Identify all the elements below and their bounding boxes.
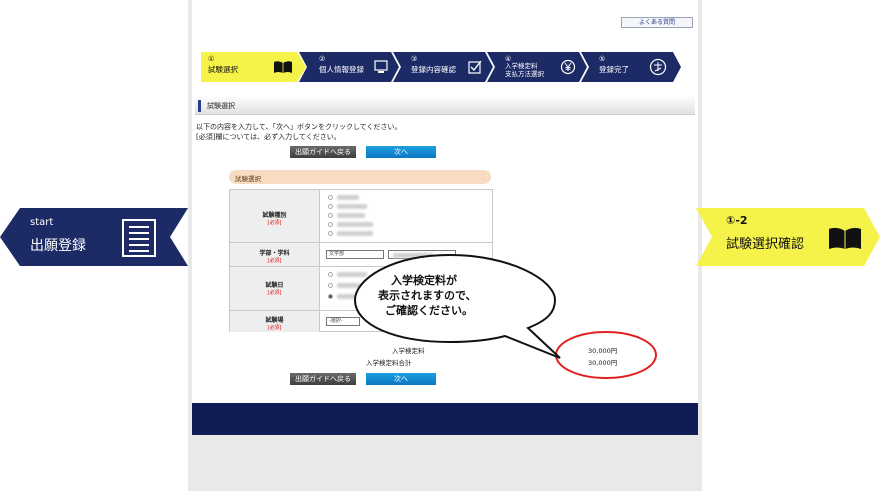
step-1-label: 試験選択 (208, 65, 238, 74)
exam-date-radio-1[interactable] (328, 272, 333, 277)
step-4-label: 入学検定料 支払方法選択 (505, 62, 544, 78)
exam-type-radio-4[interactable] (328, 222, 333, 227)
page-footer (192, 403, 698, 435)
blurred-option (337, 231, 373, 236)
current-step-title: 試験選択確認 (726, 237, 805, 252)
section-title: 試験選択 (207, 102, 235, 110)
required-badge: [必須] (267, 325, 282, 331)
section-header: 試験選択 (195, 97, 695, 115)
exam-type-label: 試験種別 (262, 212, 287, 219)
next-button[interactable]: 次へ (366, 146, 436, 158)
required-badge: [必須] (267, 290, 282, 296)
step-progress: ① 試験選択 ② 個人情報登録 ③ 登録内容確認 ④ 入学検定料 支払方法選択 … (201, 52, 681, 82)
required-badge: [必須] (267, 220, 282, 226)
step-1: ① 試験選択 (201, 52, 306, 82)
exam-type-radio-1[interactable] (328, 195, 333, 200)
department-label-cell: 学部・学科 [必須] (230, 243, 320, 266)
intro-text-2: [必須]欄については、必ず入力してください。 (196, 133, 341, 141)
exam-selection-pill-label: 試験選択 (235, 175, 261, 183)
start-flag-title: 出願登録 (30, 238, 86, 254)
exam-venue-label: 試験場 (265, 317, 284, 324)
row-exam-type: 試験種別 [必須] (230, 190, 492, 243)
step-3: ③ 登録内容確認 (393, 52, 493, 82)
callout-line-2: 表示されますので、 (378, 289, 477, 302)
intro-text-1: 以下の内容を入力して、「次へ」ボタンをクリックしてください。 (196, 123, 402, 131)
screenshot-stage: よくある質問 ① 試験選択 ② 個人情報登録 ③ 登録内容確認 ④ 入学検定料 … (0, 0, 880, 491)
callout-line-1: 入学検定料が (391, 274, 457, 287)
step-5-number: ⑤ (599, 55, 606, 63)
faq-link[interactable]: よくある質問 (621, 17, 693, 28)
current-step-flag: ①-2 試験選択確認 (696, 208, 880, 270)
back-to-guide-button-bottom[interactable]: 出願ガイドへ戻る (290, 373, 356, 385)
start-flag-small: start (30, 217, 54, 228)
exam-date-label: 試験日 (265, 282, 284, 289)
exam-type-radio-5[interactable] (328, 231, 333, 236)
step-1-number: ① (208, 55, 215, 63)
exam-type-radio-2[interactable] (328, 204, 333, 209)
blurred-option (337, 204, 367, 209)
document-icon (122, 219, 156, 261)
step-5: ⑤ 登録完了 (581, 52, 681, 82)
callout-line-3: ご確認ください。 (385, 304, 473, 317)
exam-type-radio-3[interactable] (328, 213, 333, 218)
start-flag: start 出願登録 (0, 208, 188, 270)
next-button-bottom[interactable]: 次へ (366, 373, 436, 385)
step-5-label: 登録完了 (599, 65, 629, 74)
blurred-option (337, 195, 359, 200)
step-4: ④ 入学検定料 支払方法選択 (487, 52, 587, 82)
exam-type-label-cell: 試験種別 [必須] (230, 190, 320, 242)
exam-venue-label-cell: 試験場 [必須] (230, 311, 320, 332)
step-2: ② 個人情報登録 (299, 52, 399, 82)
exam-selection-pill: 試験選択 (229, 170, 491, 184)
book-icon (828, 226, 862, 254)
current-step-number: ①-2 (726, 214, 748, 227)
back-to-guide-button[interactable]: 出願ガイドへ戻る (290, 146, 356, 158)
section-header-bar (198, 100, 201, 112)
department-label: 学部・学科 (259, 250, 290, 257)
required-badge: [必須] (267, 258, 282, 264)
exam-date-label-cell: 試験日 [必須] (230, 267, 320, 310)
step-3-label: 登録内容確認 (411, 65, 456, 74)
blurred-option (337, 213, 365, 218)
step-2-label: 個人情報登録 (319, 65, 364, 74)
blurred-option (337, 222, 373, 227)
exam-date-radio-3[interactable] (328, 294, 333, 299)
exam-date-radio-2[interactable] (328, 283, 333, 288)
step-3-number: ③ (411, 55, 418, 63)
step-2-number: ② (319, 55, 326, 63)
